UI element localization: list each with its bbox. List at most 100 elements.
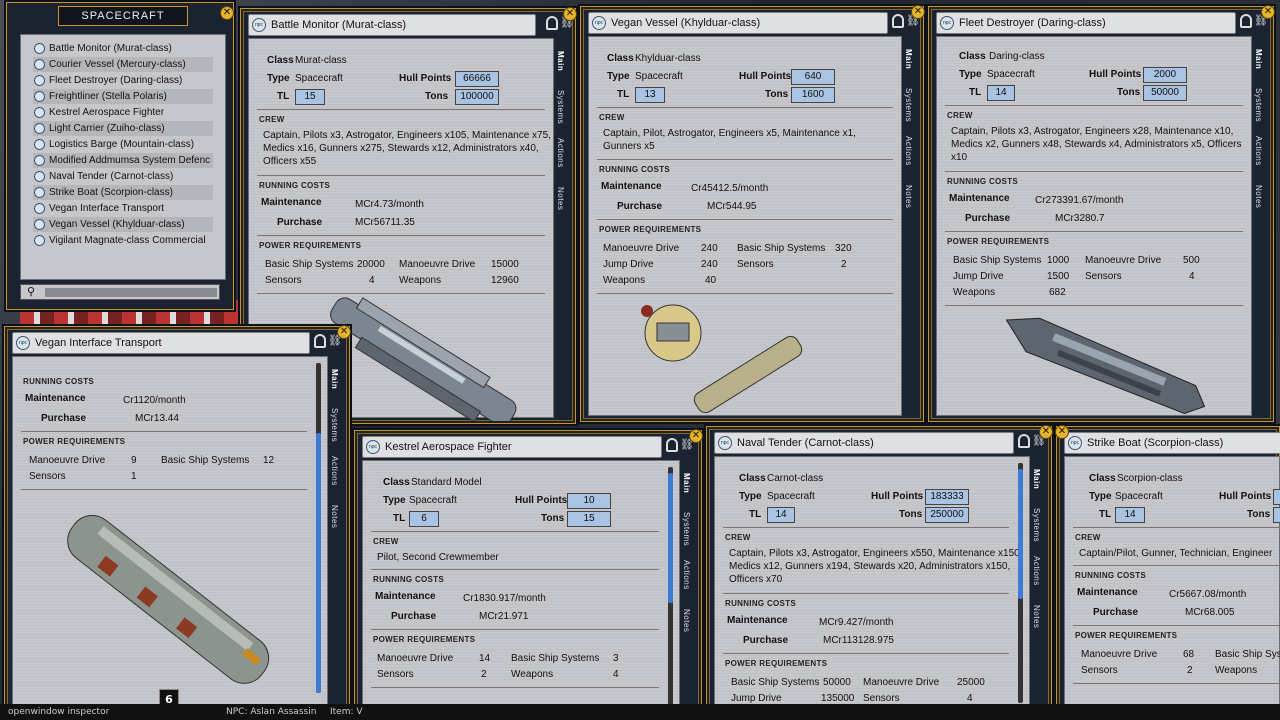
- filter-input[interactable]: [45, 288, 217, 297]
- hull-field[interactable]: 10: [567, 493, 611, 509]
- divider: [723, 593, 1009, 594]
- class-label: Class: [267, 55, 294, 66]
- tab-systems[interactable]: Systems: [682, 506, 691, 552]
- tons-label: Tons: [1117, 87, 1141, 98]
- scrollbar[interactable]: [1018, 463, 1023, 703]
- weapons-value: 682: [1049, 287, 1066, 298]
- lock-icon[interactable]: [1240, 14, 1252, 28]
- tab-systems[interactable]: Systems: [1032, 502, 1041, 548]
- list-item[interactable]: Naval Tender (Carnot-class): [33, 169, 213, 184]
- scrollbar-thumb[interactable]: [1018, 469, 1023, 599]
- tons-field[interactable]: 100000: [455, 89, 499, 105]
- divider: [371, 629, 659, 630]
- scrollbar-thumb[interactable]: [316, 433, 321, 693]
- scrollbar-thumb[interactable]: [668, 473, 673, 603]
- md-label: Manoeuvre Drive: [29, 455, 106, 466]
- close-icon[interactable]: ✕: [1039, 425, 1053, 439]
- close-icon[interactable]: ✕: [220, 6, 234, 20]
- tab-actions[interactable]: Actions: [556, 130, 565, 176]
- tab-systems[interactable]: Systems: [556, 84, 565, 130]
- tons-field[interactable]: 15: [567, 511, 611, 527]
- divider: [21, 489, 307, 490]
- list-item[interactable]: Modified Addmumsa System Defenc: [33, 153, 213, 168]
- tab-notes[interactable]: Notes: [1254, 174, 1263, 220]
- close-icon[interactable]: ✕: [911, 5, 925, 19]
- close-icon[interactable]: ✕: [1261, 5, 1275, 19]
- spacecraft-list-window: SPACECRAFT ✕ Battle Monitor (Murat-class…: [4, 0, 236, 312]
- lock-icon[interactable]: [1018, 434, 1030, 448]
- tons-field[interactable]: 50000: [1143, 85, 1187, 101]
- tab-actions[interactable]: Actions: [1032, 548, 1041, 594]
- tab-main[interactable]: Main: [556, 38, 565, 84]
- bss-value: 3: [613, 653, 619, 664]
- tl-field[interactable]: 14: [767, 507, 795, 523]
- list-item[interactable]: Vegan Interface Transport: [33, 201, 213, 216]
- tl-field[interactable]: 6: [409, 511, 439, 527]
- hull-field[interactable]: 66666: [455, 71, 499, 87]
- sensors-value: 4: [967, 693, 973, 704]
- hull-field[interactable]: 640: [791, 69, 835, 85]
- md-label: Manoeuvre Drive: [377, 653, 454, 664]
- close-icon[interactable]: ✕: [689, 429, 703, 443]
- class-value: Khylduar-class: [635, 53, 701, 64]
- tab-notes[interactable]: Notes: [330, 494, 339, 540]
- tl-field[interactable]: 14: [1115, 507, 1145, 523]
- lock-icon[interactable]: [666, 438, 678, 452]
- tab-main[interactable]: Main: [904, 36, 913, 82]
- running-costs-heading: RUNNING COSTS: [1075, 571, 1147, 580]
- tons-field[interactable]: 1600: [791, 87, 835, 103]
- tab-systems[interactable]: Systems: [330, 402, 339, 448]
- tab-main[interactable]: Main: [682, 460, 691, 506]
- tab-main[interactable]: Main: [1254, 36, 1263, 82]
- tab-main[interactable]: Main: [1032, 456, 1041, 502]
- tl-field[interactable]: 15: [295, 89, 325, 105]
- tab-notes[interactable]: Notes: [556, 176, 565, 222]
- hull-field[interactable]: 2000: [1143, 67, 1187, 83]
- list-item[interactable]: Courier Vessel (Mercury-class): [33, 57, 213, 72]
- vertical-tabs: Main Systems Actions Notes: [556, 38, 574, 222]
- purchase-label: Purchase: [391, 611, 437, 622]
- tab-actions[interactable]: Actions: [682, 552, 691, 598]
- scrollbar[interactable]: [668, 467, 673, 707]
- lock-icon[interactable]: [892, 14, 904, 28]
- tab-systems[interactable]: Systems: [1254, 82, 1263, 128]
- running-costs-heading: RUNNING COSTS: [23, 377, 95, 386]
- list-item[interactable]: Fleet Destroyer (Daring-class): [33, 73, 213, 88]
- list-item[interactable]: Battle Monitor (Murat-class): [33, 41, 213, 56]
- maintenance-value: Cr1830.917/month: [463, 593, 546, 604]
- tl-field[interactable]: 13: [635, 87, 665, 103]
- window-body: Class Carnot-class Type Spacecraft Hull …: [714, 456, 1030, 708]
- list-item[interactable]: Strike Boat (Scorpion-class): [33, 185, 213, 200]
- list-item[interactable]: Logistics Barge (Mountain-class): [33, 137, 213, 152]
- hull-field[interactable]: 183333: [925, 489, 969, 505]
- list-item[interactable]: Light Carrier (Zuiho-class): [33, 121, 213, 136]
- tons-field[interactable]: 250000: [925, 507, 969, 523]
- list-item[interactable]: Vegan Vessel (Khylduar-class): [33, 217, 213, 232]
- list-item[interactable]: Freightliner (Stella Polaris): [33, 89, 213, 104]
- tab-notes[interactable]: Notes: [904, 174, 913, 220]
- crew-heading: CREW: [373, 537, 399, 546]
- close-icon[interactable]: ✕: [563, 7, 577, 21]
- close-icon[interactable]: ✕: [337, 325, 351, 339]
- list-filter-field[interactable]: ⚲: [20, 284, 220, 300]
- tab-actions[interactable]: Actions: [330, 448, 339, 494]
- tons-field[interactable]: [1273, 507, 1280, 523]
- list-item[interactable]: Vigilant Magnate-class Commercial: [33, 233, 213, 248]
- hull-field[interactable]: [1273, 489, 1280, 505]
- spacecraft-icon: [34, 91, 45, 102]
- jd-label: Jump Drive: [731, 693, 782, 704]
- tl-field[interactable]: 14: [987, 85, 1015, 101]
- tab-notes[interactable]: Notes: [1032, 594, 1041, 640]
- lock-icon[interactable]: [314, 334, 326, 348]
- tab-notes[interactable]: Notes: [682, 598, 691, 644]
- list-item[interactable]: Kestrel Aerospace Fighter: [33, 105, 213, 120]
- status-mid: NPC: Aslan Assassin: [226, 707, 317, 717]
- hull-label: Hull Points: [871, 491, 924, 502]
- tab-main[interactable]: Main: [330, 356, 339, 402]
- lock-icon[interactable]: [546, 16, 558, 30]
- close-icon[interactable]: ✕: [1055, 425, 1069, 439]
- scrollbar[interactable]: [316, 363, 321, 693]
- tab-actions[interactable]: Actions: [904, 128, 913, 174]
- tab-actions[interactable]: Actions: [1254, 128, 1263, 174]
- tab-systems[interactable]: Systems: [904, 82, 913, 128]
